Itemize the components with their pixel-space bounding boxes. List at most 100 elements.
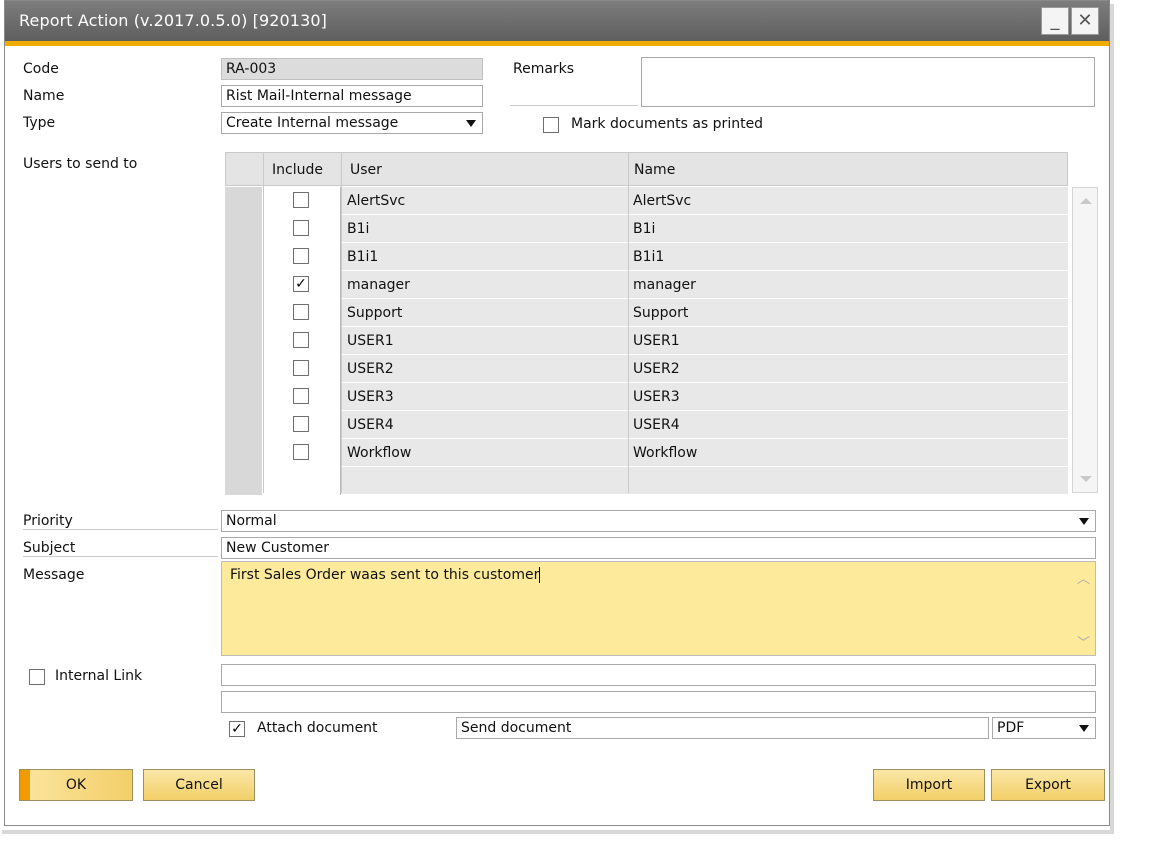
title-bar: Report Action (v.2017.0.5.0) [920130] _ … [5, 1, 1109, 46]
name-field[interactable]: Rist Mail-Internal message [221, 85, 483, 107]
table-row[interactable]: B1i1 B1i1 [225, 243, 1068, 271]
message-text: First Sales Order waas sent to this cust… [230, 567, 540, 583]
include-checkbox[interactable] [293, 220, 309, 236]
table-row[interactable]: AlertSvc AlertSvc [225, 187, 1068, 215]
row-selector[interactable] [225, 439, 263, 467]
table-row[interactable]: USER4 USER4 [225, 411, 1068, 439]
name-cell[interactable]: manager [633, 277, 696, 293]
user-cell[interactable]: AlertSvc [347, 193, 405, 209]
window-title: Report Action (v.2017.0.5.0) [920130] [19, 11, 327, 30]
col-name-header[interactable]: Name [634, 162, 675, 178]
include-checkbox[interactable] [293, 444, 309, 460]
table-row[interactable]: USER3 USER3 [225, 383, 1068, 411]
row-selector[interactable] [225, 299, 263, 327]
grid-vertical-scrollbar[interactable] [1072, 187, 1098, 493]
empty-table-row[interactable] [225, 467, 1068, 495]
dropdown-arrow-icon [466, 120, 476, 127]
export-button[interactable]: Export [991, 769, 1105, 801]
close-button[interactable]: ✕ [1071, 7, 1099, 35]
internal-link-field-2[interactable] [221, 691, 1096, 713]
name-cell[interactable]: USER2 [633, 361, 680, 377]
internal-link-label: Internal Link [55, 668, 143, 684]
row-selector[interactable] [225, 187, 263, 215]
message-textarea[interactable]: First Sales Order waas sent to this cust… [221, 561, 1096, 656]
include-cell [263, 243, 341, 271]
type-dropdown[interactable]: Create Internal message [221, 112, 483, 134]
name-cell[interactable]: USER4 [633, 417, 680, 433]
cancel-button[interactable]: Cancel [143, 769, 255, 801]
include-checkbox[interactable] [293, 248, 309, 264]
user-cell[interactable]: B1i [347, 221, 369, 237]
dropdown-arrow-icon [1079, 518, 1089, 525]
name-cell[interactable]: USER1 [633, 333, 680, 349]
subject-field[interactable]: New Customer [221, 537, 1096, 559]
user-cell[interactable]: B1i1 [347, 249, 378, 265]
user-cell[interactable]: manager [347, 277, 410, 293]
table-row[interactable]: Workflow Workflow [225, 439, 1068, 467]
import-button[interactable]: Import [873, 769, 985, 801]
include-checkbox[interactable] [293, 332, 309, 348]
remarks-label: Remarks [513, 61, 575, 77]
internal-link-field-1[interactable] [221, 664, 1096, 686]
col-include-header[interactable]: Include [272, 162, 323, 178]
name-cell[interactable]: Support [633, 305, 688, 321]
include-checkbox[interactable] [293, 388, 309, 404]
row-selector[interactable] [225, 271, 263, 299]
ok-button[interactable]: OK [19, 769, 133, 801]
include-cell [263, 439, 341, 467]
priority-dropdown[interactable]: Normal [221, 510, 1096, 532]
name-cell[interactable]: Workflow [633, 445, 697, 461]
include-checkbox[interactable] [293, 416, 309, 432]
include-checkbox[interactable] [293, 192, 309, 208]
remarks-field[interactable] [641, 57, 1095, 107]
type-value: Create Internal message [226, 115, 399, 131]
user-cell[interactable]: Support [347, 305, 402, 321]
name-cell[interactable]: B1i [633, 221, 655, 237]
chevron-down-icon[interactable]: ﹀ [1077, 632, 1090, 651]
user-cell[interactable]: USER2 [347, 361, 394, 377]
type-label: Type [23, 115, 56, 131]
name-cell[interactable]: USER3 [633, 389, 680, 405]
remarks-underline [510, 105, 638, 106]
attach-document-checkbox[interactable]: ✓ [229, 721, 245, 737]
table-row[interactable]: USER1 USER1 [225, 327, 1068, 355]
col-user-header[interactable]: User [350, 162, 382, 178]
table-row[interactable]: B1i B1i [225, 215, 1068, 243]
code-field: RA-003 [221, 58, 483, 80]
chevron-up-icon[interactable]: ︿ [1077, 568, 1090, 587]
row-selector[interactable] [225, 467, 263, 495]
scroll-down-icon[interactable] [1080, 476, 1092, 482]
scroll-up-icon[interactable] [1080, 198, 1092, 204]
row-selector[interactable] [225, 327, 263, 355]
row-selector[interactable] [225, 243, 263, 271]
minimize-button[interactable]: _ [1041, 7, 1069, 35]
format-dropdown[interactable]: PDF [992, 717, 1096, 739]
table-row[interactable]: Support Support [225, 299, 1068, 327]
text-caret [539, 567, 541, 583]
user-cell[interactable]: USER1 [347, 333, 394, 349]
send-document-field[interactable]: Send document [456, 717, 989, 739]
row-selector[interactable] [225, 383, 263, 411]
user-cell[interactable]: USER4 [347, 417, 394, 433]
include-checkbox[interactable] [293, 360, 309, 376]
internal-link-checkbox[interactable] [29, 669, 45, 685]
user-cell[interactable]: USER3 [347, 389, 394, 405]
row-selector[interactable] [225, 411, 263, 439]
attach-document-label: Attach document [257, 720, 378, 736]
row-selector[interactable] [225, 355, 263, 383]
name-cell[interactable]: AlertSvc [633, 193, 691, 209]
row-selector[interactable] [225, 215, 263, 243]
include-checkbox[interactable]: ✓ [293, 276, 309, 292]
user-cell[interactable]: Workflow [347, 445, 411, 461]
subject-label: Subject [23, 540, 218, 557]
name-cell[interactable]: B1i1 [633, 249, 664, 265]
message-scrollbar[interactable]: ︿ ﹀ [1071, 562, 1095, 655]
include-checkbox[interactable] [293, 304, 309, 320]
code-label: Code [23, 61, 59, 77]
table-row[interactable]: USER2 USER2 [225, 355, 1068, 383]
users-grid: Include User Name AlertSvc AlertSvc B1i B1i… [225, 152, 1098, 495]
mark-printed-checkbox[interactable] [543, 117, 559, 133]
table-row[interactable]: ✓ manager manager [225, 271, 1068, 299]
message-label: Message [23, 567, 85, 583]
report-action-window: Report Action (v.2017.0.5.0) [920130] _ … [4, 0, 1110, 826]
